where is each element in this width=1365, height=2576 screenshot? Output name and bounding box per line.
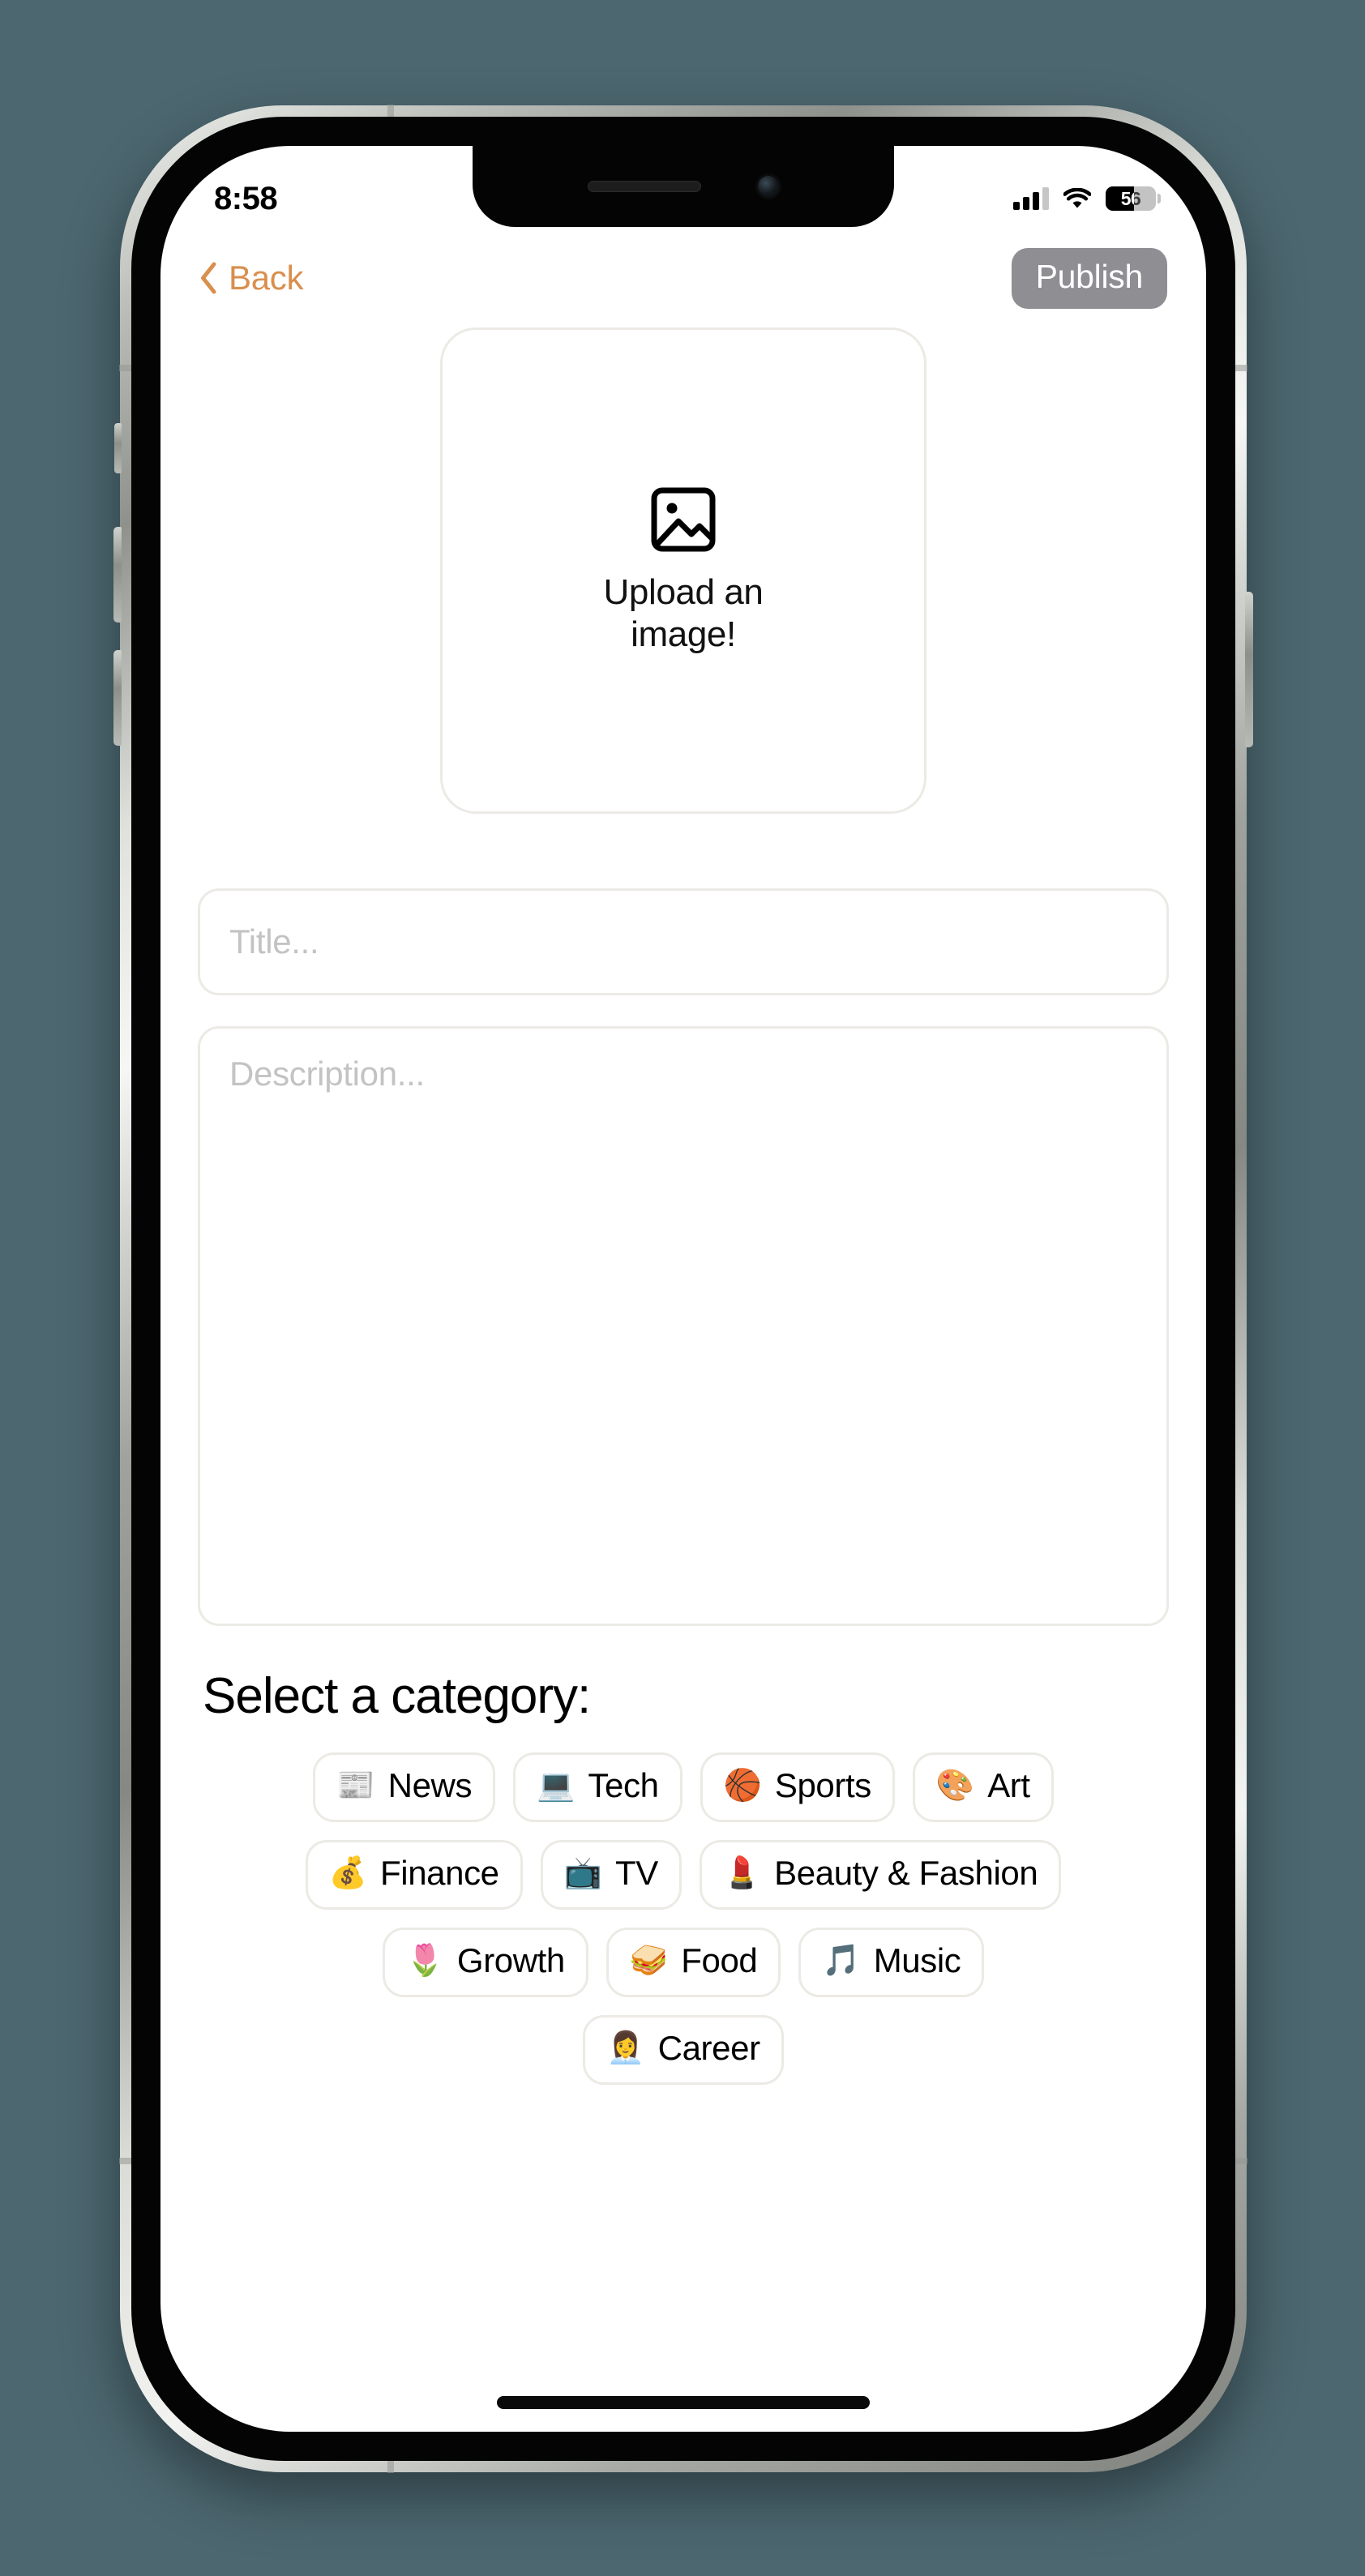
category-chip-label: TV	[614, 1854, 658, 1892]
front-camera-icon	[758, 176, 779, 197]
silent-switch-button[interactable]	[114, 423, 122, 473]
antenna-line	[1234, 365, 1247, 371]
category-chip-label: News	[387, 1766, 473, 1804]
image-placeholder-icon	[651, 487, 716, 552]
category-chip-label: Beauty & Fashion	[774, 1854, 1038, 1892]
basketball-icon: 🏀	[723, 1769, 762, 1803]
category-chip-tv[interactable]: 📺 TV	[540, 1840, 682, 1910]
category-chip-finance[interactable]: 💰 Finance	[305, 1840, 523, 1910]
status-time: 8:58	[214, 180, 278, 216]
category-chip-food[interactable]: 🥪 Food	[605, 1928, 781, 1997]
category-chip-row: 💰 Finance 📺 TV 💄 Beauty & Fashion	[198, 1840, 1169, 1910]
artist-palette-icon: 🎨	[935, 1769, 975, 1803]
antenna-line	[119, 2158, 132, 2164]
category-chip-label: Sports	[774, 1766, 871, 1804]
category-chip-label: Growth	[456, 1941, 565, 1979]
category-chip-sports[interactable]: 🏀 Sports	[700, 1752, 895, 1822]
battery-icon: 56	[1106, 186, 1161, 211]
title-input[interactable]	[198, 888, 1169, 995]
category-chip-group: 📰 News 💻 Tech 🏀 Sports 🎨 Art 💰 Finance 📺 TV 💄 Beauty …	[198, 1752, 1169, 2085]
wifi-icon	[1063, 188, 1091, 208]
category-chip-career[interactable]: 👩‍💼 Career	[583, 2015, 784, 2085]
money-bag-icon: 💰	[328, 1856, 368, 1890]
notch	[473, 146, 894, 227]
phone-bezel: 8:58 56 Back Publish Upload an image! Ti…	[131, 117, 1235, 2461]
publish-button[interactable]: Publish	[1011, 247, 1167, 309]
newspaper-icon: 📰	[336, 1769, 375, 1803]
television-icon: 📺	[563, 1856, 602, 1890]
category-chip-label: Career	[657, 2029, 760, 2067]
home-indicator[interactable]	[497, 2396, 870, 2409]
musical-note-icon: 🎵	[822, 1944, 861, 1978]
upload-label: Upload an image!	[603, 572, 764, 654]
category-chip-label: Music	[873, 1941, 961, 1979]
status-indicators: 56	[1013, 186, 1161, 211]
category-chip-label: Art	[987, 1766, 1030, 1804]
form-content: Upload an image! Select a category: 📰 New…	[160, 323, 1206, 2432]
tulip-icon: 🌷	[405, 1944, 444, 1978]
phone-mockup: 8:58 56 Back Publish Upload an image! Ti…	[113, 105, 1253, 2473]
back-button[interactable]: Back	[199, 259, 303, 297]
office-worker-icon: 👩‍💼	[606, 2031, 645, 2065]
sandwich-icon: 🥪	[629, 1944, 669, 1978]
category-chip-label: Food	[681, 1941, 758, 1979]
category-chip-tech[interactable]: 💻 Tech	[513, 1752, 682, 1822]
volume-down-button[interactable]	[113, 650, 122, 746]
earpiece-speaker-icon	[588, 181, 701, 192]
category-chip-growth[interactable]: 🌷 Growth	[382, 1928, 588, 1997]
category-chip-news[interactable]: 📰 News	[313, 1752, 496, 1822]
lipstick-icon: 💄	[722, 1856, 762, 1890]
category-chip-label: Tech	[588, 1766, 659, 1804]
navigation-bar: Back Publish	[160, 233, 1206, 323]
battery-percent-label: 56	[1120, 187, 1141, 209]
category-chip-music[interactable]: 🎵 Music	[798, 1928, 985, 1997]
description-input[interactable]	[198, 1026, 1169, 1626]
category-chip-label: Finance	[380, 1854, 499, 1892]
category-chip-row: 📰 News 💻 Tech 🏀 Sports 🎨 Art	[198, 1752, 1169, 1822]
antenna-line	[119, 365, 132, 371]
category-chip-beauty-fashion[interactable]: 💄 Beauty & Fashion	[699, 1840, 1062, 1910]
antenna-line	[387, 2460, 394, 2473]
image-upload-dropzone[interactable]: Upload an image!	[440, 327, 926, 814]
category-section-title: Select a category:	[203, 1668, 591, 1724]
antenna-line	[387, 105, 394, 118]
antenna-line	[1234, 2158, 1247, 2164]
signal-bars-icon	[1013, 187, 1049, 210]
laptop-icon: 💻	[537, 1769, 576, 1803]
volume-up-button[interactable]	[113, 527, 122, 623]
phone-frame: 8:58 56 Back Publish Upload an image! Ti…	[113, 105, 1253, 2473]
back-label: Back	[229, 259, 304, 297]
category-chip-row: 👩‍💼 Career	[198, 2015, 1169, 2085]
chevron-left-icon	[201, 262, 216, 294]
power-button[interactable]	[1245, 592, 1253, 747]
phone-screen: 8:58 56 Back Publish Upload an image! Ti…	[160, 146, 1206, 2432]
category-chip-art[interactable]: 🎨 Art	[912, 1752, 1054, 1822]
category-chip-row: 🌷 Growth 🥪 Food 🎵 Music	[198, 1928, 1169, 1997]
